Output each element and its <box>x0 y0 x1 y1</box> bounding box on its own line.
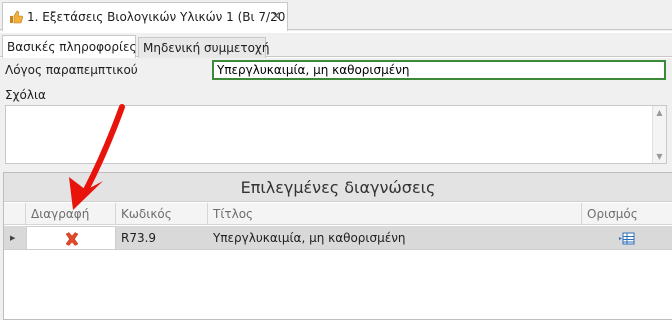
row-indicator-icon: ▶ <box>10 234 16 242</box>
referral-reason-label: Λόγος παραπεμπτικού <box>5 63 138 77</box>
diagnosis-title-cell: Υπεργλυκαιμία, μη καθορισμένη <box>213 231 406 245</box>
tab-basic-info-label: Βασικές πληροφορίες <box>7 40 137 54</box>
selected-diagnoses-panel: Επιλεγμένες διαγνώσεις Διαγραφή Κωδικός … <box>3 172 672 320</box>
tab-basic-info[interactable]: Βασικές πληροφορίες <box>2 35 137 58</box>
comments-textarea[interactable] <box>5 105 667 164</box>
tab-zero-participation[interactable]: Μηδενική συμμετοχή <box>138 37 270 58</box>
delete-icon[interactable] <box>64 231 80 247</box>
table-row[interactable]: ▶ R73.9 Υπεργλυκαιμία, μη καθορισμένη <box>4 226 672 250</box>
column-header-define[interactable]: Ορισμός <box>582 203 672 225</box>
close-icon[interactable]: ✕ <box>269 9 283 23</box>
tab-zero-participation-label: Μηδενική συμμετοχή <box>143 41 270 55</box>
diagnosis-code-cell: R73.9 <box>121 231 157 245</box>
column-header-delete[interactable]: Διαγραφή <box>26 203 116 225</box>
thumbs-up-icon <box>10 10 23 24</box>
document-tab[interactable]: 1. Εξετάσεις Βιολογικών Υλικών 1 (Βι 7/2… <box>2 2 288 31</box>
diagnoses-header: Επιλεγμένες διαγνώσεις <box>4 173 672 202</box>
definition-details-icon[interactable] <box>619 231 635 245</box>
scroll-up-icon[interactable]: ▲ <box>653 106 666 119</box>
basic-info-panel: Λόγος παραπεμπτικού Σχόλια ▲ ▼ Επιλεγμέν… <box>0 58 672 320</box>
referral-reason-input[interactable] <box>212 60 666 80</box>
document-tabstrip: 1. Εξετάσεις Βιολογικών Υλικών 1 (Βι 7/2… <box>0 0 672 31</box>
comments-scrollbar[interactable]: ▲ ▼ <box>652 106 666 163</box>
column-header-code[interactable]: Κωδικός <box>116 203 208 225</box>
diagnoses-grid-header: Διαγραφή Κωδικός Τίτλος Ορισμός <box>4 203 672 225</box>
scroll-down-icon[interactable]: ▼ <box>653 150 666 163</box>
row-indicator-column-header <box>4 203 26 225</box>
column-header-title[interactable]: Τίτλος <box>208 203 582 225</box>
document-tab-title: 1. Εξετάσεις Βιολογικών Υλικών 1 (Βι 7/2… <box>27 10 286 24</box>
document-content: Βασικές πληροφορίες Μηδενική συμμετοχή Λ… <box>0 31 672 320</box>
subtab-bar: Βασικές πληροφορίες Μηδενική συμμετοχή <box>0 33 672 58</box>
comments-label: Σχόλια <box>5 88 46 102</box>
delete-cell[interactable] <box>26 226 116 250</box>
